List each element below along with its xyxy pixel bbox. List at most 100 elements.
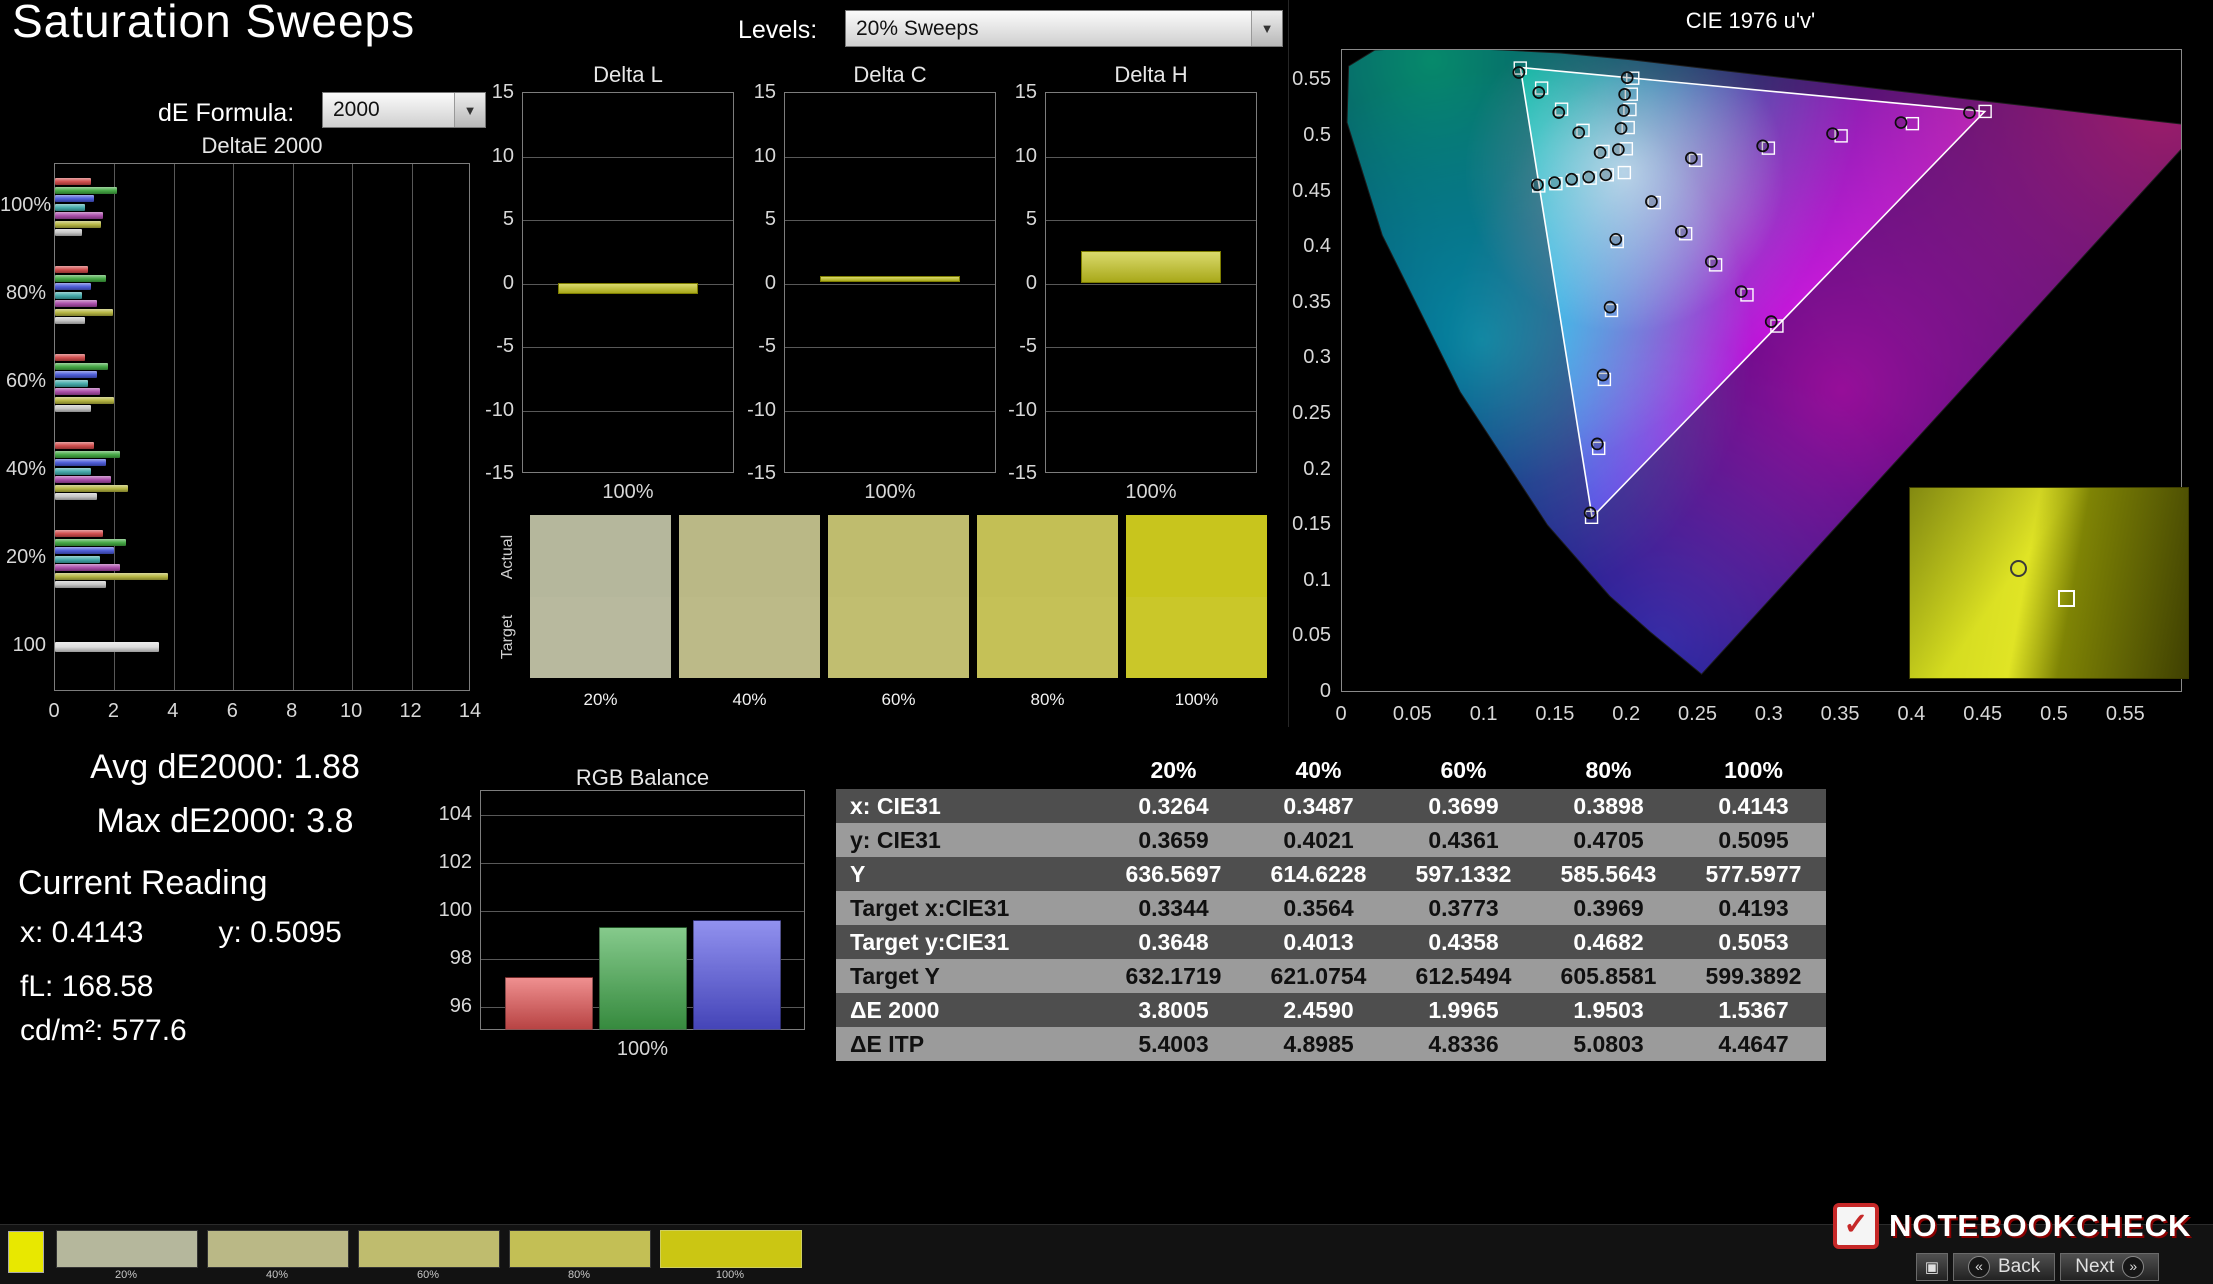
rgb-bar-red [505, 977, 593, 1030]
deltae-x-tick-label: 6 [212, 699, 252, 723]
gridline [785, 411, 995, 412]
delta-y-tick-label: -10 [722, 398, 776, 422]
table-cell: 0.3264 [1101, 789, 1246, 823]
swatch-target [530, 597, 671, 679]
saturation-swatch-80%[interactable] [509, 1230, 651, 1268]
cie-x-tick-label: 0.05 [1382, 702, 1442, 726]
swatch-label: 60% [358, 1269, 498, 1282]
deltae-bar [55, 442, 94, 449]
swatch-label: 80% [509, 1269, 649, 1282]
deltae-bar [55, 476, 111, 483]
delta-y-tick-label: 15 [722, 80, 776, 104]
table-cell: 0.3699 [1391, 789, 1536, 823]
cie-y-tick-label: 0.4 [1269, 234, 1331, 258]
delta-value-bar [820, 276, 960, 282]
table-cell: 4.4647 [1681, 1027, 1826, 1061]
gridline [293, 164, 294, 690]
measurement-marker [1585, 507, 1596, 518]
cie-y-tick-label: 0.35 [1269, 290, 1331, 314]
row-label: ΔE ITP [836, 1027, 1101, 1061]
table-row: x: CIE310.32640.34870.36990.38980.4143 [836, 789, 1826, 823]
color-chip[interactable] [8, 1231, 44, 1273]
swatch-label: 80% [977, 688, 1118, 712]
measurement-marker [1549, 177, 1560, 188]
next-button[interactable]: Next» [2060, 1253, 2159, 1281]
cie-x-tick-label: 0.5 [2024, 702, 2084, 726]
actual-label: Actual [499, 527, 517, 587]
measurement-marker [1595, 147, 1606, 158]
deltae-bar [55, 388, 100, 395]
measurement-marker [1618, 105, 1629, 116]
measurement-marker [1592, 438, 1603, 449]
rgb-y-tick-label: 102 [414, 850, 472, 874]
cie-x-tick-label: 0.35 [1810, 702, 1870, 726]
measurement-marker [1964, 107, 1975, 118]
back-icon: « [1968, 1256, 1990, 1278]
swatch-target [1126, 597, 1267, 679]
deltae-bar [55, 581, 106, 588]
deltae-bar [55, 187, 117, 194]
table-cell: 636.5697 [1101, 857, 1246, 891]
table-cell: 0.3648 [1101, 925, 1246, 959]
row-label: x: CIE31 [836, 789, 1101, 823]
table-cell: 0.3969 [1536, 891, 1681, 925]
swatch-target [679, 597, 820, 679]
table-cell: 0.3659 [1101, 823, 1246, 857]
deltae-bar [55, 363, 108, 370]
deltae-bar [55, 539, 126, 546]
deltae-bar [55, 405, 91, 412]
x-reading: x: 0.4143 [20, 916, 143, 949]
deltae-x-tick-label: 10 [331, 699, 371, 723]
table-cell: 621.0754 [1246, 959, 1391, 993]
measurement-marker [1600, 169, 1611, 180]
table-header-row: 20%40%60%80%100% [836, 751, 1826, 789]
cie-y-tick-label: 0.45 [1269, 179, 1331, 203]
delta-y-tick-label: 10 [460, 144, 514, 168]
swatch-actual [530, 515, 671, 597]
saturation-swatch-20%[interactable] [56, 1230, 198, 1268]
table-cell: 585.5643 [1536, 857, 1681, 891]
back-button[interactable]: «Back [1953, 1253, 2055, 1281]
page-title: Saturation Sweeps [12, 0, 415, 48]
cie-x-tick-label: 0.55 [2095, 702, 2155, 726]
swatch-label: 60% [828, 688, 969, 712]
deltae-bar [55, 317, 85, 324]
target-label: Target [499, 607, 517, 667]
cie-y-tick-label: 0.25 [1269, 401, 1331, 425]
levels-dropdown[interactable]: 20% Sweeps ▼ [845, 10, 1283, 47]
saturation-swatch-100%[interactable] [660, 1230, 802, 1268]
deltae-x-tick-label: 0 [34, 699, 74, 723]
row-label: Target x:CIE31 [836, 891, 1101, 925]
table-cell: 0.4143 [1681, 789, 1826, 823]
swatch-label: 20% [530, 688, 671, 712]
cie-y-tick-label: 0 [1269, 679, 1331, 703]
saturation-swatch-40%[interactable] [207, 1230, 349, 1268]
swatch-label: 40% [207, 1269, 347, 1282]
delta-y-tick-label: -10 [460, 398, 514, 422]
table-cell: 632.1719 [1101, 959, 1246, 993]
table-row: Y636.5697614.6228597.1332585.5643577.597… [836, 857, 1826, 891]
screen-toggle-button[interactable]: ▣ [1916, 1253, 1948, 1281]
measurement-marker [1605, 302, 1616, 313]
table-cell: 0.3898 [1536, 789, 1681, 823]
delta-y-tick-label: 5 [722, 207, 776, 231]
gridline [481, 815, 804, 816]
deltae-bar [55, 451, 120, 458]
measurement-table: 20%40%60%80%100%x: CIE310.32640.34870.36… [836, 751, 1826, 1061]
measurement-marker [1583, 172, 1594, 183]
logo-text: NOTEBOOKCHECK [1889, 1208, 2191, 1244]
cie-x-tick-label: 0.15 [1525, 702, 1585, 726]
deltae-bar [55, 195, 94, 202]
measurement-marker [1597, 369, 1608, 380]
levels-value: 20% Sweeps [856, 17, 979, 41]
measurement-marker [1610, 234, 1621, 245]
table-row: Target x:CIE310.33440.35640.37730.39690.… [836, 891, 1826, 925]
deltae-bar [55, 380, 88, 387]
row-label: y: CIE31 [836, 823, 1101, 857]
saturation-swatch-60%[interactable] [358, 1230, 500, 1268]
table-cell: 0.5095 [1681, 823, 1826, 857]
deltae-bar [55, 300, 97, 307]
table-cell: 0.4021 [1246, 823, 1391, 857]
cie-y-tick-label: 0.05 [1269, 623, 1331, 647]
measurement-marker [1619, 89, 1630, 100]
